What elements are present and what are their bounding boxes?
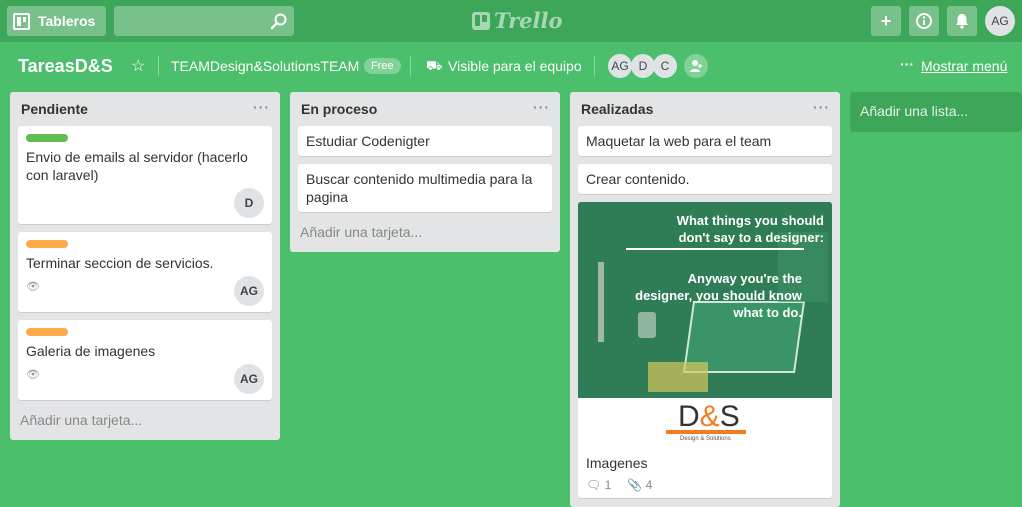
list-menu-icon[interactable]: ··· (813, 99, 830, 115)
card[interactable]: Buscar contenido multimedia para la pagi… (298, 164, 552, 212)
card-title: Maquetar la web para el team (586, 133, 772, 149)
watch-icon: 👁 (26, 281, 40, 293)
card[interactable]: Maquetar la web para el team (578, 126, 832, 156)
list-header[interactable]: En proceso ··· (290, 92, 560, 126)
list-realizadas: Realizadas ··· Maquetar la web para el t… (570, 92, 840, 507)
cover-line-4: designer, you should know (635, 288, 802, 303)
list-title[interactable]: En proceso (301, 101, 377, 117)
member-avatar[interactable]: D (631, 54, 655, 78)
list-title[interactable]: Realizadas (581, 101, 653, 117)
cover-line-1: What things you should (676, 213, 824, 228)
card-badges: 🗨 1 📎 4 (586, 478, 824, 492)
trello-logo-icon (472, 11, 490, 30)
green-label (26, 134, 68, 142)
plus-icon: + (880, 10, 892, 31)
card-title: Imagenes (586, 455, 648, 471)
member-avatar[interactable]: C (653, 54, 677, 78)
top-header: Tableros Trello + AG (0, 0, 1022, 42)
paperclip-icon: 📎 (627, 478, 643, 492)
card[interactable]: Crear contenido. (578, 164, 832, 194)
header-divider (158, 56, 159, 76)
cover-line-3: Anyway you're the (687, 271, 802, 286)
pencil-graphic (666, 430, 746, 434)
boards-icon (13, 12, 30, 30)
card-title: Crear contenido. (586, 171, 690, 187)
orange-label (26, 240, 68, 248)
info-icon (916, 13, 932, 29)
list-title[interactable]: Pendiente (21, 101, 88, 117)
board-title[interactable]: TareasD&S (18, 56, 113, 77)
cover-line-2: don't say to a designer: (678, 230, 824, 245)
header-divider (594, 56, 595, 76)
logo-amp: & (699, 400, 720, 433)
add-card-link[interactable]: Añadir una tarjeta... (10, 408, 280, 440)
card[interactable]: Envio de emails al servidor (hacerlo con… (18, 126, 272, 224)
ds-logo: D&S (678, 402, 740, 432)
card-member-avatar[interactable]: D (234, 188, 264, 218)
logo-s: S (719, 400, 740, 433)
attachments-badge: 📎 4 (627, 478, 652, 492)
card-member-avatar[interactable]: AG (234, 364, 264, 394)
more-icon[interactable]: ··· (900, 56, 914, 72)
attachments-count: 4 (645, 478, 653, 492)
list-pendiente: Pendiente ··· Envio de emails al servido… (10, 92, 280, 440)
card-title: Galeria de imagenes (26, 343, 156, 359)
card-cover-image: What things you should don't say to a de… (578, 202, 832, 446)
card[interactable]: Terminar seccion de servicios. 👁 AG (18, 232, 272, 312)
cover-divider-line (626, 248, 804, 250)
team-name[interactable]: TEAMDesign&SolutionsTEAM (171, 58, 359, 74)
boards-button[interactable]: Tableros (7, 6, 106, 36)
watch-icon: 👁 (26, 369, 40, 381)
info-button[interactable] (909, 6, 939, 36)
card-title: Estudiar Codenigter (306, 133, 430, 149)
cover-heading: What things you should don't say to a de… (677, 212, 824, 246)
comments-badge: 🗨 1 (586, 478, 611, 492)
add-member-button[interactable] (684, 54, 708, 78)
card[interactable]: Estudiar Codenigter (298, 126, 552, 156)
cover-line-5: what to do. (733, 305, 802, 320)
card-title: Terminar seccion de servicios. (26, 255, 214, 271)
show-menu-link[interactable]: Mostrar menú (921, 58, 1007, 74)
add-card-link[interactable]: Añadir una tarjeta... (290, 220, 560, 252)
list-header[interactable]: Realizadas ··· (570, 92, 840, 126)
star-icon[interactable]: ☆ (131, 56, 145, 76)
logo-subtitle: Design & Solutions (680, 436, 731, 442)
card[interactable]: Galeria de imagenes 👁 AG (18, 320, 272, 400)
logo-d: D (678, 400, 700, 433)
search-input[interactable] (114, 6, 294, 36)
card-with-cover[interactable]: What things you should don't say to a de… (578, 202, 832, 498)
orange-label (26, 328, 68, 336)
list-menu-icon[interactable]: ··· (253, 99, 270, 115)
bell-icon (956, 14, 968, 29)
list-header[interactable]: Pendiente ··· (10, 92, 280, 126)
visibility-button[interactable]: Visible para el equipo (448, 58, 582, 74)
boards-label: Tableros (38, 13, 96, 29)
notifications-button[interactable] (947, 6, 977, 36)
list-en-proceso: En proceso ··· Estudiar Codenigter Busca… (290, 92, 560, 252)
card-title: Envio de emails al servidor (hacerlo con… (26, 149, 248, 183)
header-divider (410, 56, 411, 76)
card-member-avatar[interactable]: AG (234, 276, 264, 306)
trello-logo[interactable]: Trello (472, 8, 563, 33)
add-button[interactable]: + (871, 6, 901, 36)
search-icon[interactable] (270, 12, 288, 30)
team-visibility-icon: ⛟ (426, 58, 443, 73)
list-menu-icon[interactable]: ··· (533, 99, 550, 115)
card-title: Buscar contenido multimedia para la pagi… (306, 171, 533, 205)
comments-count: 1 (604, 478, 612, 492)
add-list-button[interactable]: Añadir una lista... (850, 92, 1022, 132)
user-avatar[interactable]: AG (985, 6, 1015, 36)
comment-icon: 🗨 (586, 478, 602, 492)
add-person-icon (690, 60, 702, 72)
cover-subheading: Anyway you're the designer, you should k… (635, 270, 802, 321)
member-avatar[interactable]: AG (608, 54, 632, 78)
trello-logo-text: Trello (494, 8, 563, 33)
plan-badge: Free (364, 58, 401, 74)
